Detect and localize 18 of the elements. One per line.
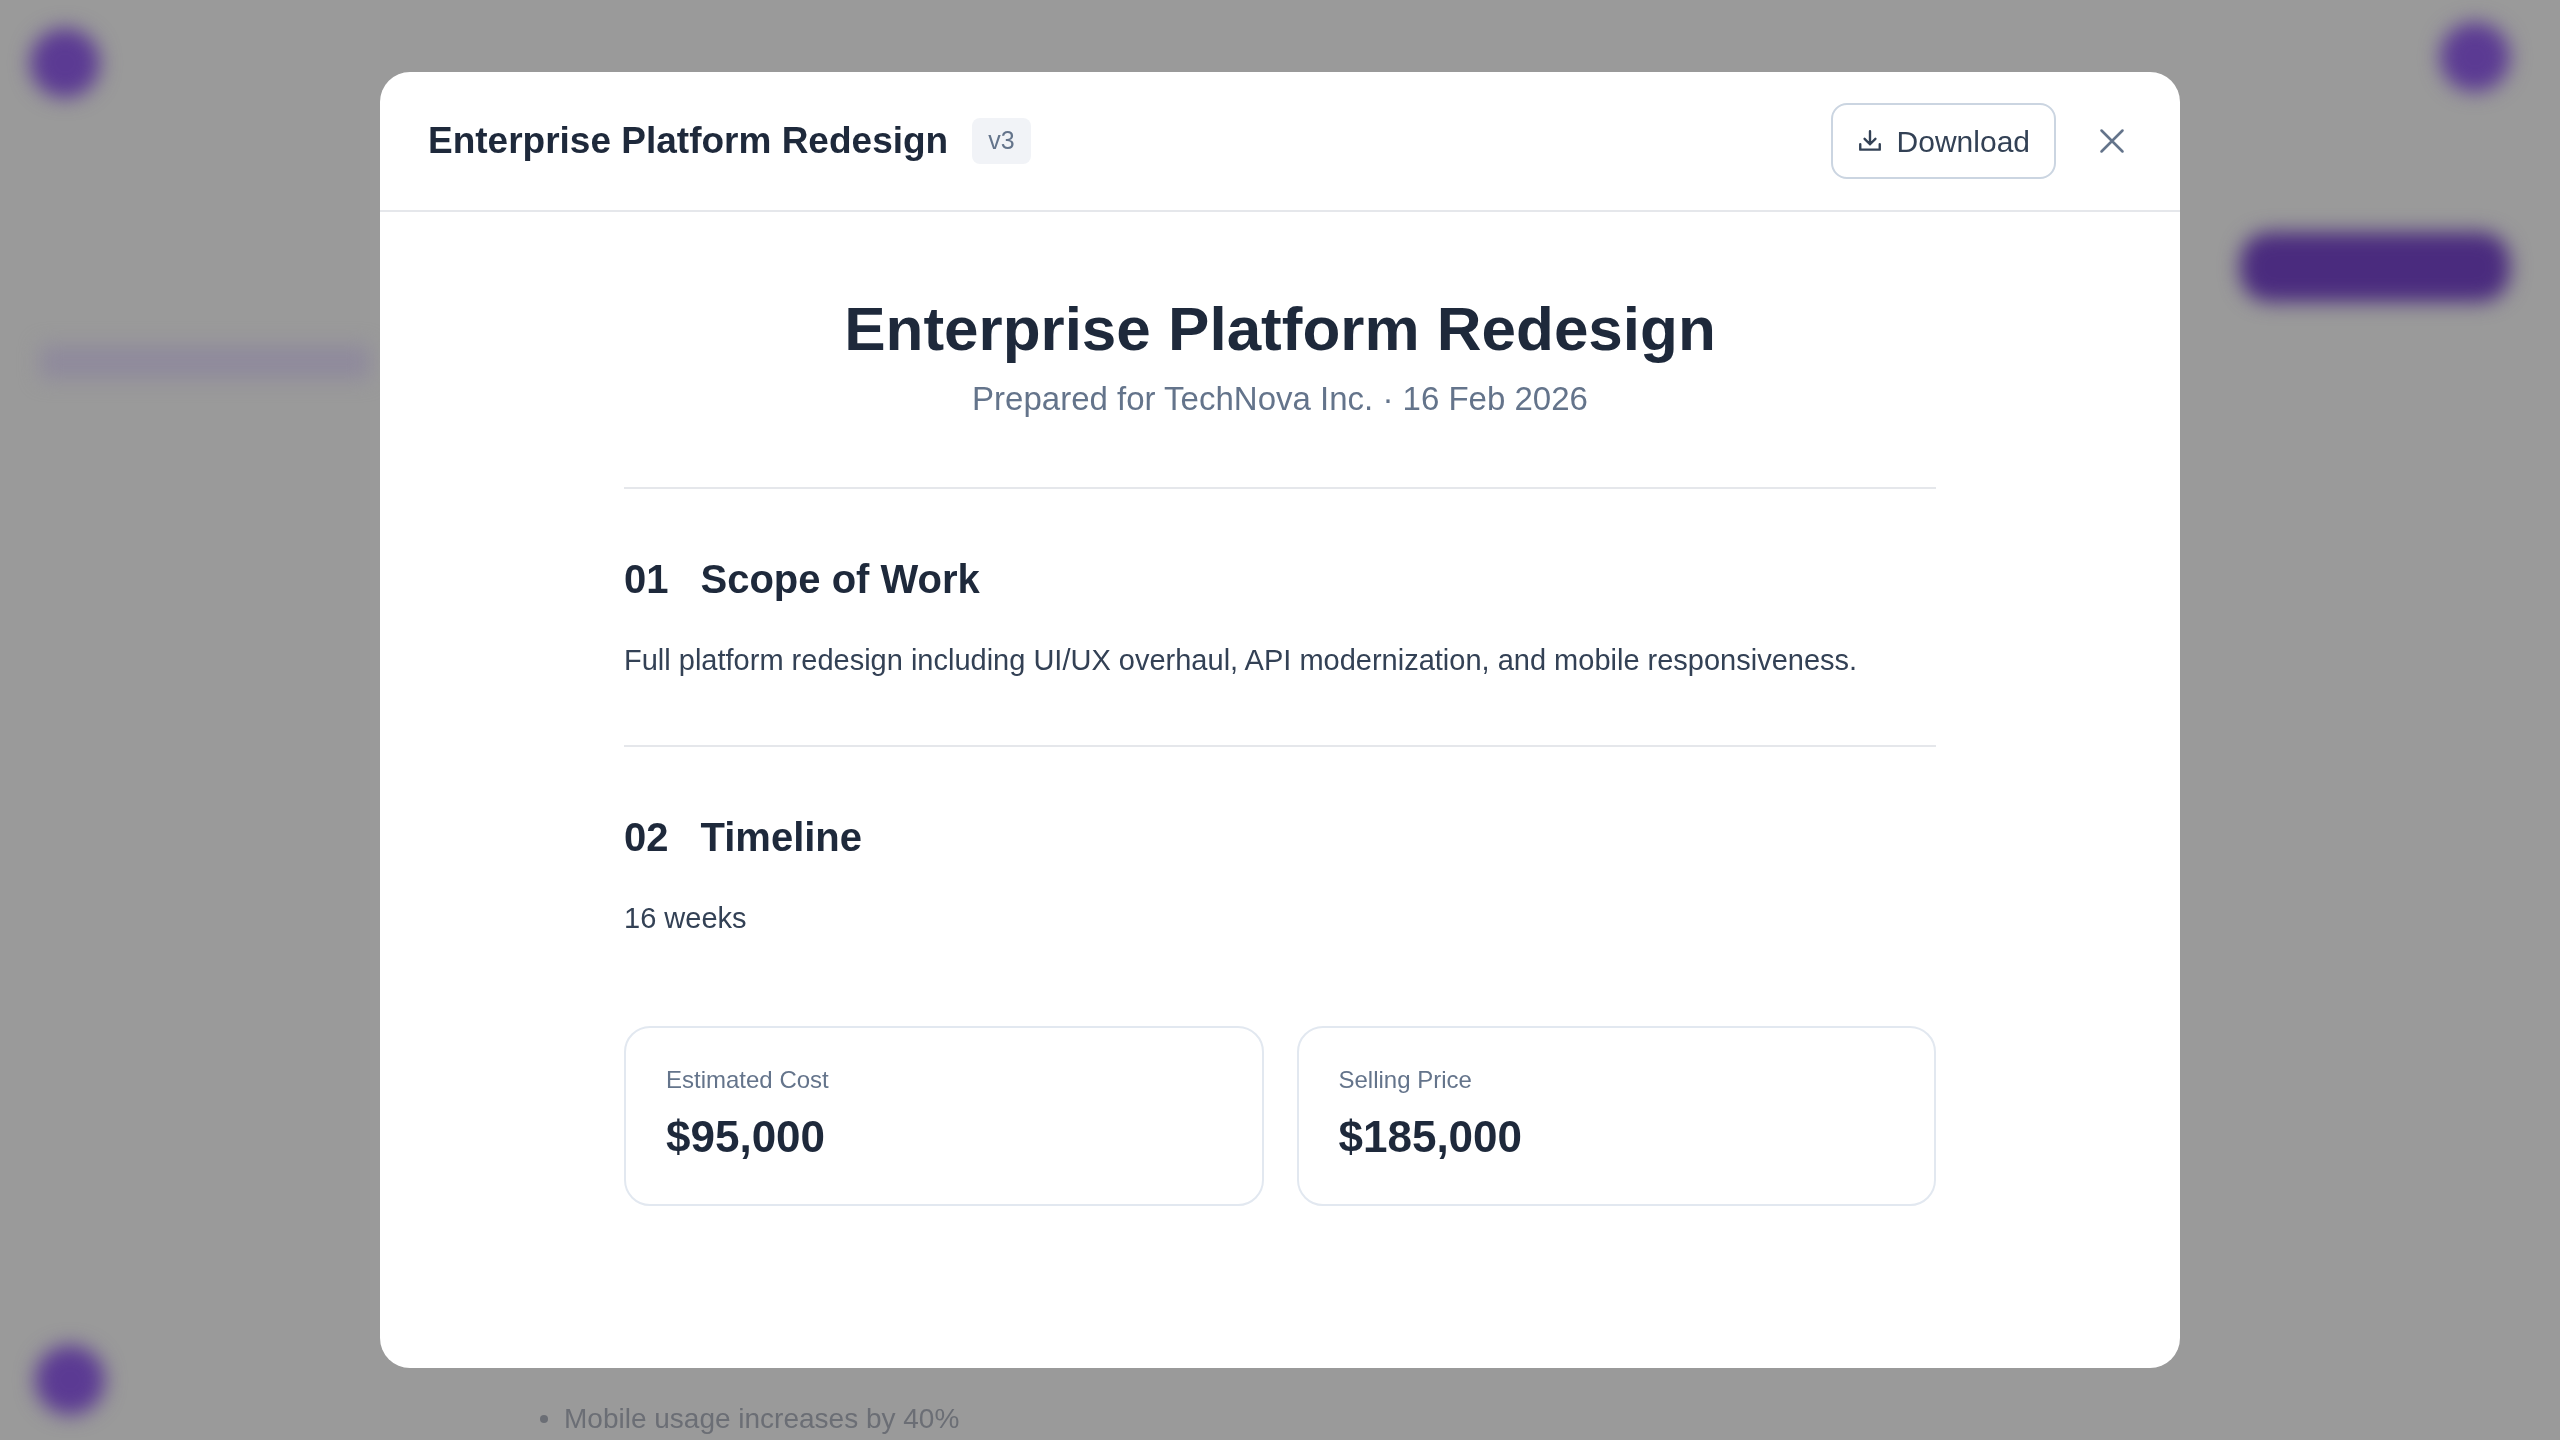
bullet-icon: [540, 1415, 548, 1423]
section-number: 01: [624, 556, 669, 603]
close-icon: [2098, 127, 2126, 155]
section-text: Full platform redesign including UI/UX overhaul, API modernization, and mobile responsiveness.: [624, 643, 1859, 678]
stat-label: Estimated Cost: [666, 1065, 830, 1095]
download-button[interactable]: Download: [1830, 103, 2056, 179]
document-title: Enterprise Platform Redesign: [844, 293, 1716, 365]
section-heading: Scope of Work: [700, 556, 980, 603]
section-heading: Timeline: [700, 813, 863, 861]
download-icon: [1856, 128, 1883, 154]
modal-title: Enterprise Platform Redesign: [428, 119, 949, 164]
stat-value: $185,000: [1338, 1111, 1524, 1163]
section-number: 02: [624, 813, 669, 861]
stat-value: $95,000: [666, 1111, 827, 1163]
version-badge: v3: [972, 118, 1031, 164]
stat-label: Selling Price: [1338, 1065, 1473, 1095]
document-subtitle: Prepared for TechNova Inc. · 16 Feb 2026: [972, 378, 1588, 419]
section-text: 16 weeks: [624, 900, 748, 936]
